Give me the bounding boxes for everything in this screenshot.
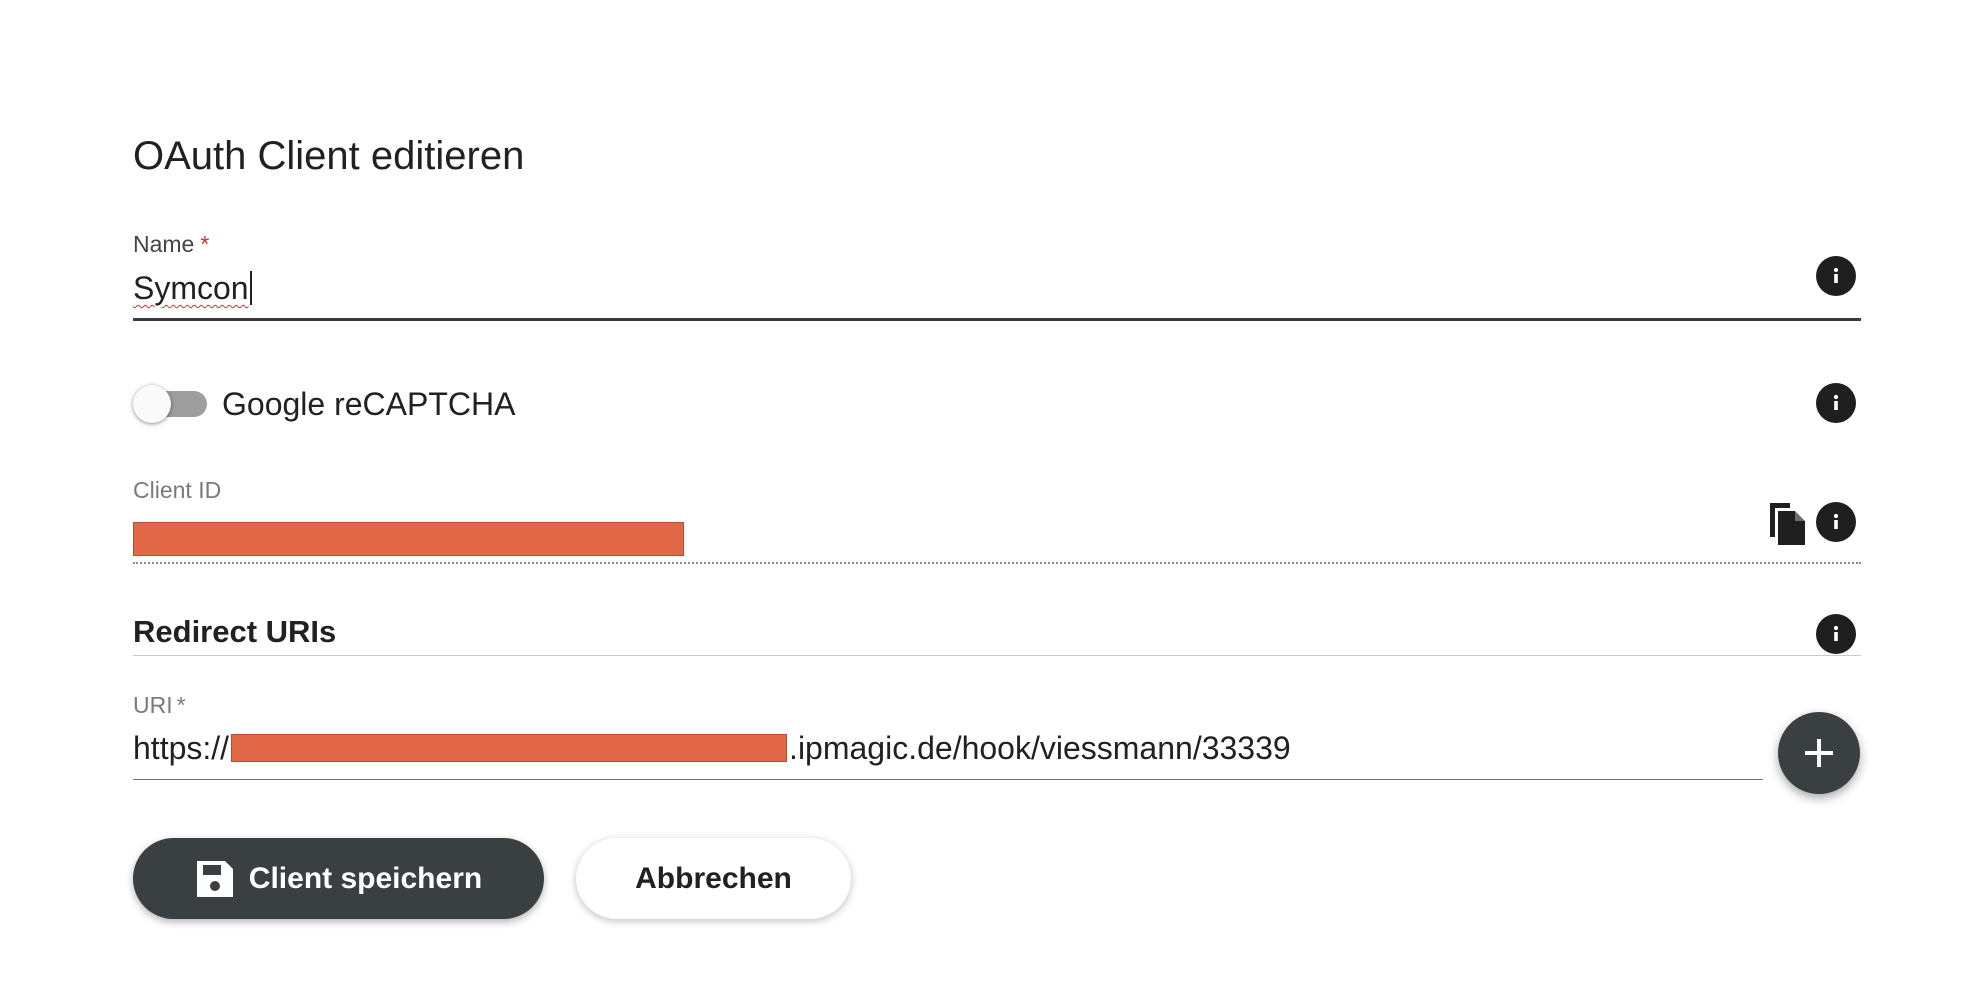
client-id-info-button[interactable]: [1816, 502, 1856, 542]
uri-prefix: https://: [133, 730, 230, 766]
uri-input-underline: [133, 779, 1763, 780]
uri-host-redacted: [231, 734, 788, 762]
name-label-text: Name: [133, 231, 195, 257]
save-client-button[interactable]: Client speichern: [133, 838, 544, 919]
recaptcha-label: Google reCAPTCHA: [222, 386, 516, 422]
client-id-underline: [133, 562, 1861, 564]
plus-icon: [1805, 739, 1833, 767]
info-icon: [1833, 625, 1839, 641]
info-icon: [1833, 394, 1839, 410]
required-asterisk: *: [200, 231, 210, 257]
add-uri-button[interactable]: [1778, 712, 1860, 794]
cancel-button[interactable]: Abbrechen: [576, 838, 851, 919]
info-icon: [1833, 267, 1839, 283]
section-divider: [133, 655, 1861, 656]
client-id-value-redacted: [133, 522, 684, 556]
uri-input[interactable]: https:// .ipmagic.de/hook/viessmann/33339: [133, 728, 1291, 768]
redirect-uris-info-button[interactable]: [1816, 614, 1856, 654]
uri-field-label: URI *: [133, 692, 186, 719]
client-id-label: Client ID: [133, 477, 222, 503]
text-caret: [249, 271, 252, 305]
copy-icon: [1770, 503, 1805, 545]
name-input-underline: [133, 318, 1861, 321]
floppy-disk-icon: [196, 860, 233, 897]
redirect-uris-heading: Redirect URIs: [133, 614, 337, 649]
cancel-button-label: Abbrechen: [635, 861, 792, 895]
save-button-label: Client speichern: [248, 861, 483, 895]
uri-label-text: URI: [133, 692, 173, 718]
name-input[interactable]: Symcon: [133, 268, 252, 308]
info-icon: [1833, 513, 1839, 529]
recaptcha-toggle[interactable]: [133, 385, 207, 423]
uri-suffix: .ipmagic.de/hook/viessmann/33339: [789, 730, 1291, 766]
name-input-value: Symcon: [133, 270, 249, 306]
name-info-button[interactable]: [1816, 256, 1856, 296]
copy-client-id-button[interactable]: [1766, 499, 1810, 547]
recaptcha-info-button[interactable]: [1816, 383, 1856, 423]
toggle-thumb: [133, 385, 171, 423]
name-field-label: Name *: [133, 231, 209, 258]
required-asterisk: *: [176, 692, 186, 718]
page-title: OAuth Client editieren: [133, 134, 525, 178]
